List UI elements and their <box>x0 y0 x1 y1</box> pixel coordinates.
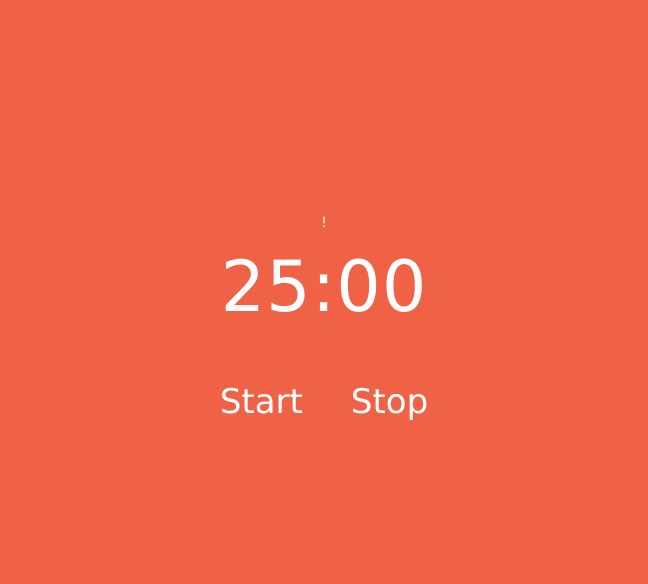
timer-display: 25:00 <box>220 246 428 328</box>
timer-app: ! 25:00 Start Stop <box>0 0 648 584</box>
status-indicator: ! <box>321 215 327 231</box>
timer-controls: Start Stop <box>0 380 648 424</box>
stop-button[interactable]: Stop <box>347 380 432 424</box>
start-button[interactable]: Start <box>216 380 307 424</box>
